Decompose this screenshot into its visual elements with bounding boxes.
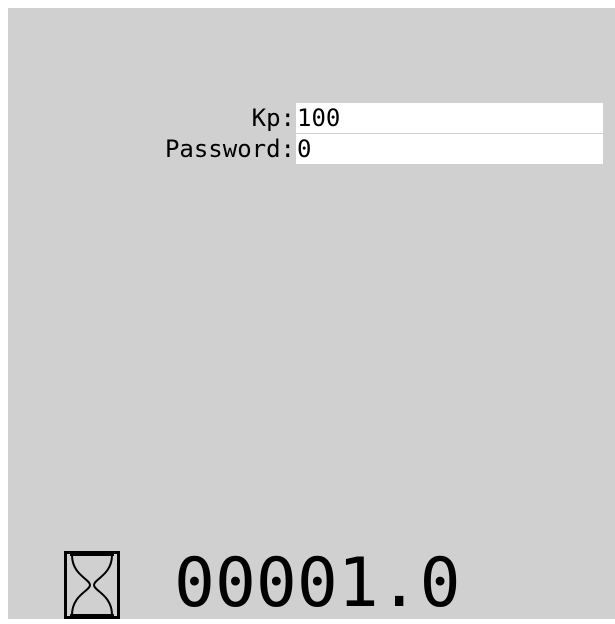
kp-label-box: Kp: bbox=[8, 103, 295, 133]
kp-input[interactable] bbox=[296, 103, 603, 133]
timer-readout: 00001.0 bbox=[174, 544, 461, 623]
password-label: Password: bbox=[164, 135, 295, 163]
hourglass-icon bbox=[64, 551, 120, 619]
password-input[interactable] bbox=[296, 134, 603, 164]
kp-label: Kp: bbox=[251, 104, 295, 132]
main-panel: Kp: Password: 00001.0 bbox=[8, 8, 615, 623]
password-row: Password: bbox=[8, 134, 603, 164]
kp-row: Kp: bbox=[8, 103, 603, 133]
password-label-box: Password: bbox=[8, 134, 295, 164]
